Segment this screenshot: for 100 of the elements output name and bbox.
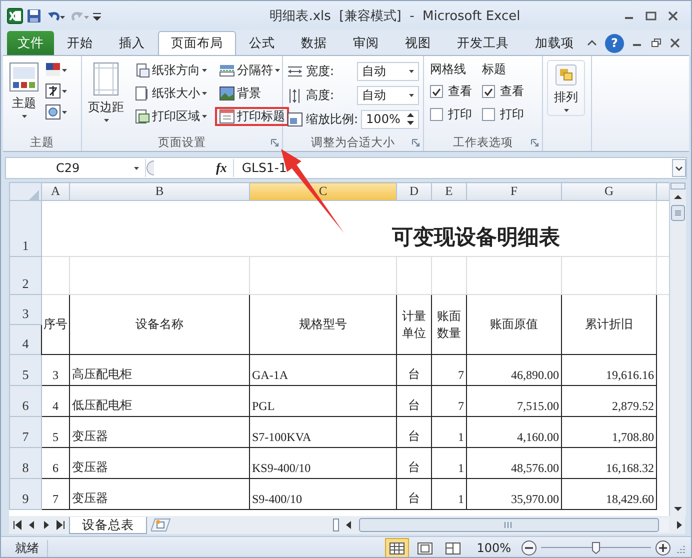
table-cell: 变压器 (70, 478, 250, 510)
row-header[interactable]: 9 (10, 478, 42, 510)
table-cell: 7 (432, 386, 466, 416)
insert-sheet-icon[interactable] (151, 518, 171, 532)
column-heading: 累计折旧 (562, 294, 656, 354)
last-sheet-icon[interactable] (55, 520, 65, 530)
spreadsheet-icon[interactable] (7, 8, 23, 24)
maximize-icon[interactable] (645, 10, 657, 20)
close-icon[interactable] (670, 38, 681, 48)
table-cell: S9-400/10 (250, 478, 396, 510)
help-button[interactable]: ? (605, 34, 624, 52)
theme-effects-icon[interactable] (45, 104, 67, 120)
zoom-level[interactable]: 100% (476, 541, 511, 555)
zoom-in-icon[interactable] (655, 540, 671, 556)
scroll-thumb-icon[interactable] (670, 204, 686, 222)
column-header[interactable]: D (396, 182, 432, 200)
margins-button[interactable]: 页边距 (86, 60, 126, 124)
row-header[interactable]: 1 (10, 200, 42, 256)
ribbon-tab[interactable]: 审阅 (340, 31, 392, 55)
table-cell: 1 (432, 416, 466, 448)
table-cell: 变压器 (70, 416, 250, 448)
spinner-field[interactable]: 100% (361, 110, 420, 128)
column-header[interactable]: B (70, 182, 250, 200)
column-header[interactable]: E (432, 182, 466, 200)
table-cell: 台 (396, 478, 432, 510)
previous-sheet-icon[interactable] (27, 520, 37, 530)
column-header[interactable]: C (250, 182, 396, 200)
column-heading: 设备名称 (70, 294, 250, 354)
ribbon-tab[interactable]: 数据 (288, 31, 340, 55)
ribbon-command[interactable]: 打印标题 (215, 107, 289, 126)
checkbox[interactable] (482, 108, 495, 121)
table-cell: 变压器 (70, 448, 250, 478)
page-break-view-icon (444, 540, 462, 556)
view-button[interactable] (384, 538, 409, 557)
checkbox[interactable] (430, 108, 443, 121)
file-tab[interactable]: 文件 (7, 31, 54, 55)
dialog-launcher-icon[interactable] (412, 139, 420, 147)
row-header[interactable]: 6 (10, 386, 42, 416)
table-cell: PGL (250, 386, 396, 416)
ribbon-command[interactable]: 打印区域 (130, 107, 211, 126)
normal-view-icon (388, 540, 406, 556)
row-header[interactable]: 3 (10, 294, 42, 324)
ribbon-tab[interactable]: 公式 (236, 31, 288, 55)
zoom-out-icon[interactable] (521, 540, 537, 556)
dialog-launcher-icon[interactable] (271, 139, 279, 147)
ribbon-tab[interactable]: 页面布局 (158, 31, 236, 55)
group-label: 主题 (30, 135, 54, 150)
undo-icon[interactable] (45, 10, 65, 22)
window-title: 明细表.xls [兼容模式] - Microsoft Excel (268, 8, 522, 24)
ribbon-tab[interactable]: 开始 (54, 31, 106, 55)
row-header[interactable]: 5 (10, 354, 42, 386)
row-header[interactable]: 7 (10, 416, 42, 448)
checkbox[interactable] (430, 85, 443, 98)
column-header[interactable]: F (466, 182, 562, 200)
column-header[interactable]: G (562, 182, 656, 200)
split-handle-icon[interactable] (670, 182, 686, 190)
close-icon[interactable] (667, 10, 679, 20)
row-header[interactable]: 4 (10, 324, 42, 354)
dialog-launcher-icon[interactable] (531, 139, 539, 147)
row-header[interactable]: 2 (10, 256, 42, 294)
arrange-button[interactable]: 排列 (547, 60, 585, 116)
themes-button[interactable]: 主题 (7, 60, 41, 120)
dropdown-field[interactable]: 自动 (357, 86, 420, 104)
slider-thumb-icon[interactable] (592, 542, 600, 554)
collapse-ribbon-icon[interactable] (587, 38, 597, 48)
table-cell: 6 (42, 448, 70, 478)
theme-colors-icon[interactable] (45, 62, 67, 78)
scroll-thumb-icon[interactable] (359, 518, 659, 532)
next-sheet-icon[interactable] (41, 520, 51, 530)
ribbon-command[interactable]: 背景 (215, 84, 289, 103)
background-icon (219, 86, 235, 101)
ribbon-tab[interactable]: 开发工具 (444, 31, 522, 55)
ribbon-tab[interactable]: 视图 (392, 31, 444, 55)
ribbon-command[interactable]: 纸张大小 (130, 84, 211, 103)
checkbox[interactable] (482, 85, 495, 98)
table-cell: 2,879.52 (562, 386, 656, 416)
name-box[interactable]: C29 (6, 159, 146, 177)
column-header[interactable]: A (42, 182, 70, 200)
sheet-tab[interactable]: 设备总表 (69, 516, 147, 534)
theme-fonts-icon[interactable] (45, 83, 67, 99)
table-cell: 台 (396, 416, 432, 448)
row-header[interactable]: 8 (10, 448, 42, 478)
ribbon-tab[interactable]: 加载项 (522, 31, 587, 55)
dropdown-field[interactable]: 自动 (357, 62, 420, 80)
checkbox-label: 打印 (500, 106, 524, 123)
first-sheet-icon[interactable] (13, 520, 23, 530)
expand-formula-icon[interactable] (672, 159, 686, 177)
field-label: 宽度: (306, 62, 334, 80)
insert-function-button[interactable]: fx (216, 160, 227, 176)
splitter-handle-icon[interactable] (146, 160, 156, 176)
paper-size-icon (134, 86, 150, 101)
spinner-arrows-icon (407, 112, 414, 126)
checkbox-label: 查看 (500, 83, 524, 100)
table-cell: 46,890.00 (466, 354, 562, 386)
caret-icon (202, 92, 207, 95)
save-icon[interactable] (27, 8, 41, 22)
ribbon-command[interactable]: 分隔符 (215, 61, 289, 80)
ribbon-tab[interactable]: 插入 (106, 31, 158, 55)
restore-icon[interactable] (651, 38, 662, 48)
ribbon-command[interactable]: 纸张方向 (130, 61, 211, 80)
